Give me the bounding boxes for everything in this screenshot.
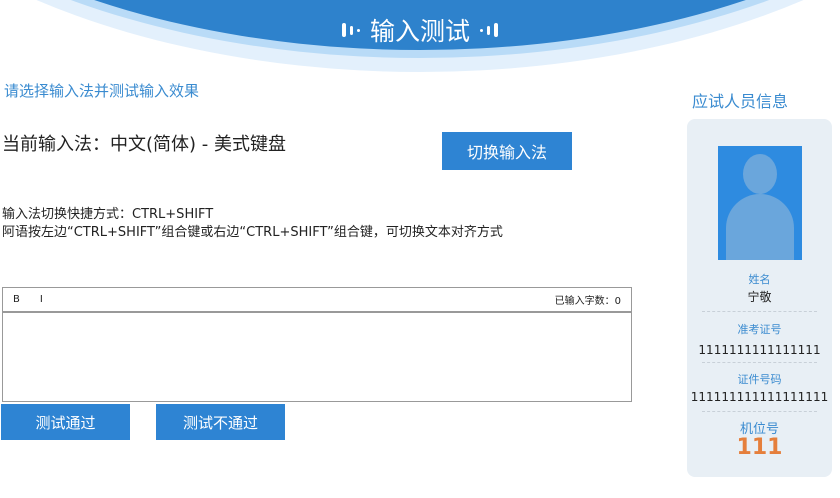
hint-line: 输入法切换快捷方式：CTRL+SHIFT: [2, 207, 214, 222]
shortcut-hints: 输入法切换快捷方式：CTRL+SHIFT 阿语按左边“CTRL+SHIFT”组合…: [2, 206, 503, 242]
exam-id-label: 准考证号: [737, 323, 782, 336]
test-input-area[interactable]: [3, 313, 631, 399]
decor-dots-icon: [341, 23, 360, 37]
test-pass-button[interactable]: 测试通过: [1, 404, 130, 440]
instruction-text: 请选择输入法并测试输入效果: [4, 82, 200, 100]
char-count: 已输入字数：0: [554, 296, 621, 307]
divider: [702, 311, 817, 312]
id-number-value: 111111111111111111: [690, 390, 829, 404]
id-number-label: 证件号码: [737, 373, 782, 386]
name-label: 姓名: [748, 273, 771, 286]
italic-button[interactable]: I: [40, 294, 43, 305]
text-editor: B I 已输入字数：0: [2, 287, 632, 402]
candidate-info-title: 应试人员信息: [692, 92, 789, 111]
switch-ime-button[interactable]: 切换输入法: [442, 132, 572, 170]
test-fail-button[interactable]: 测试不通过: [156, 404, 285, 440]
bold-button[interactable]: B: [13, 294, 20, 305]
avatar-icon: [718, 146, 802, 260]
seat-number: 111: [736, 435, 783, 460]
current-ime-label: 当前输入法：中文(简体) - 美式键盘: [2, 134, 286, 155]
decor-dots-icon: [480, 23, 498, 37]
page-title: 输入测试: [369, 17, 470, 46]
header-banner: 输入测试: [0, 0, 840, 75]
divider: [702, 411, 817, 412]
name-value: 宁敬: [747, 290, 772, 304]
exam-id-value: 1111111111111111: [698, 343, 821, 357]
editor-toolbar: B I 已输入字数：0: [3, 288, 631, 313]
candidate-card: 姓名 宁敬 准考证号 1111111111111111 证件号码 1111111…: [687, 119, 832, 477]
hint-line: 阿语按左边“CTRL+SHIFT”组合键或右边“CTRL+SHIFT”组合键，可…: [2, 225, 503, 240]
divider: [702, 362, 817, 363]
